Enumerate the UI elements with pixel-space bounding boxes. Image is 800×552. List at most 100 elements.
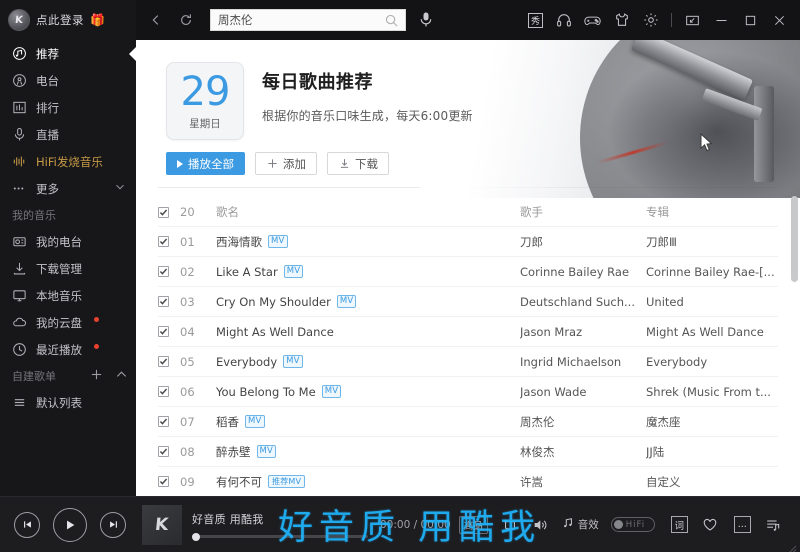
row-checkbox-cell[interactable] [158,356,180,367]
row-checkbox[interactable] [158,296,169,307]
row-checkbox[interactable] [158,326,169,337]
gift-icon[interactable]: 🎁 [90,14,105,26]
table-row[interactable]: 09 有何不可 推荐MV 许嵩 自定义 [158,467,778,496]
row-song-name[interactable]: Cry On My Shoulder MV [216,295,520,309]
row-album[interactable]: JJ陆 [646,444,778,460]
sidebar-item-my-radio[interactable]: 我的电台 [0,228,136,255]
row-artist[interactable]: Ingrid Michaelson [520,355,646,369]
sidebar-item-recent-played[interactable]: 最近播放 [0,336,136,363]
hifi-toggle[interactable]: HiFi [610,517,655,532]
row-artist[interactable]: Jason Wade [520,385,646,399]
row-checkbox-cell[interactable] [158,386,180,397]
row-artist[interactable]: Deutschland Such... [520,295,646,309]
settings-gear-icon[interactable] [642,12,659,29]
table-row[interactable]: 06 You Belong To Me MV Jason Wade Shrek (Mus… [158,377,778,406]
progress-handle[interactable] [192,532,200,541]
favorite-button[interactable] [702,517,718,533]
refresh-button[interactable] [176,10,196,30]
row-artist[interactable]: Corinne Bailey Rae [520,265,646,279]
sound-effects-button[interactable]: 音效 [562,517,599,532]
row-album[interactable]: Corinne Bailey Rae-[... [646,265,778,279]
minimize-icon[interactable] [713,12,730,29]
row-album[interactable]: 自定义 [646,474,778,490]
row-song-name[interactable]: You Belong To Me MV [216,385,520,399]
row-checkbox[interactable] [158,416,169,427]
mv-badge[interactable]: MV [256,445,277,458]
search-icon[interactable] [384,13,399,28]
album-cover[interactable]: K [142,504,182,545]
row-checkbox[interactable] [158,386,169,397]
sidebar-playlist-default[interactable]: 默认列表 [0,389,136,416]
mv-badge[interactable]: MV [283,355,303,368]
sidebar-item-hifi[interactable]: HiFi发烧音乐 [0,148,136,175]
sidebar-item-download-manager[interactable]: 下载管理 [0,255,136,282]
row-checkbox-cell[interactable] [158,326,180,337]
lyrics-button[interactable]: 词 [670,516,688,533]
row-checkbox-cell[interactable] [158,446,180,457]
row-checkbox-cell[interactable] [158,266,180,277]
row-artist[interactable]: Jason Mraz [520,325,646,339]
previous-track-button[interactable] [14,511,40,538]
row-checkbox-cell[interactable] [158,236,180,247]
row-song-name[interactable]: 西海情歌 MV [216,234,520,250]
table-row[interactable]: 01 西海情歌 MV 刀郎 刀郎Ⅲ [158,227,778,256]
table-row[interactable]: 07 稻香 MV 周杰伦 魔杰座 [158,407,778,436]
sidebar-item-cloud-disk[interactable]: 我的云盘 [0,309,136,336]
scrollbar-track[interactable] [791,40,799,496]
row-checkbox[interactable] [158,356,169,367]
mini-mode-icon[interactable] [684,12,701,29]
login-area[interactable]: K 点此登录 🎁 [0,0,136,40]
add-button[interactable]: 添加 [255,152,317,175]
row-song-name[interactable]: Might As Well Dance [216,325,520,339]
column-header-artist[interactable]: 歌手 [520,204,646,220]
play-all-button[interactable]: 播放全部 [166,152,245,175]
playlist-button[interactable] [765,517,781,533]
table-row[interactable]: 04 Might As Well Dance Jason Mraz Might As … [158,317,778,346]
scrollbar-thumb[interactable] [791,196,798,282]
sidebar-item-ranking[interactable]: 排行 [0,94,136,121]
row-artist[interactable]: 林俊杰 [520,444,646,460]
chevron-down-icon[interactable] [114,181,126,196]
row-song-name[interactable]: Everybody MV [216,355,520,369]
mv-badge[interactable]: 推荐MV [268,475,306,488]
download-button[interactable]: 下载 [327,152,389,175]
table-row[interactable]: 08 醉赤壁 MV 林俊杰 JJ陆 [158,437,778,466]
show-icon[interactable]: 秀 [528,12,543,28]
row-checkbox[interactable] [158,236,169,247]
progress-bar[interactable] [192,532,368,541]
more-options-button[interactable]: ... [733,516,751,533]
row-artist[interactable]: 周杰伦 [520,414,646,430]
sidebar-item-more[interactable]: 更多 [0,175,136,202]
sidebar-item-recommend[interactable]: 推荐 [0,40,136,67]
row-song-name[interactable]: 有何不可 推荐MV [216,474,520,490]
row-song-name[interactable]: 醉赤壁 MV [216,444,520,460]
row-album[interactable]: 刀郎Ⅲ [646,234,778,250]
row-album[interactable]: 魔杰座 [646,414,778,430]
plus-icon[interactable] [90,368,103,384]
sidebar-item-radio[interactable]: 电台 [0,67,136,94]
headphone-icon[interactable] [555,12,572,29]
column-header-album[interactable]: 专辑 [646,204,778,220]
row-artist[interactable]: 刀郎 [520,234,646,250]
voice-search-icon[interactable] [418,11,434,29]
column-header-name[interactable]: 歌名 [216,204,520,220]
row-checkbox-cell[interactable] [158,416,180,427]
row-checkbox-cell[interactable] [158,296,180,307]
row-artist[interactable]: 许嵩 [520,474,646,490]
row-checkbox[interactable] [158,446,169,457]
mv-badge[interactable]: MV [245,415,265,428]
row-album[interactable]: Might As Well Dance [646,325,778,339]
table-row[interactable]: 02 Like A Star MV Corinne Bailey Rae Corinne… [158,257,778,286]
next-track-button[interactable] [100,511,126,538]
play-button[interactable] [53,507,87,542]
avatar[interactable]: K [8,9,30,31]
row-album[interactable]: Shrek (Music From t... [646,385,778,399]
quality-badge[interactable]: 高品 [458,515,488,534]
table-row[interactable]: 03 Cry On My Shoulder MV Deutschland Such..… [158,287,778,316]
row-song-name[interactable]: Like A Star MV [216,265,520,279]
sidebar-item-local-music[interactable]: 本地音乐 [0,282,136,309]
resize-grip[interactable] [787,539,797,552]
row-checkbox[interactable] [158,266,169,277]
mv-badge[interactable]: MV [283,265,304,278]
search-input[interactable] [218,10,378,30]
